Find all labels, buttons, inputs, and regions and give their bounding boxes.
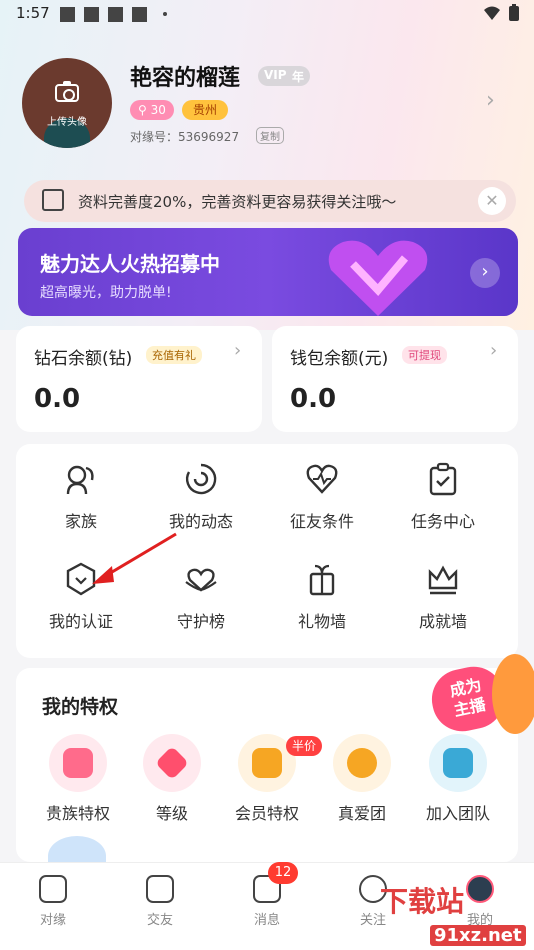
nav-item-friends[interactable]: 交友: [107, 875, 213, 928]
vip-badge[interactable]: VIP 年: [258, 66, 310, 86]
chevron-right-icon[interactable]: ›: [486, 88, 495, 113]
diamond-balance-value: 0.0: [34, 384, 81, 414]
vip-label: VIP: [264, 68, 287, 82]
grid-item-task-center[interactable]: 任务中心: [383, 462, 503, 532]
notification-icon: [108, 7, 123, 22]
withdrawable-tag: 可提现: [402, 346, 447, 364]
watermark-site: 91xz.net: [430, 925, 526, 946]
grid-label: 守护榜: [176, 612, 225, 631]
moments-icon: [185, 463, 217, 495]
user-id: 对缘号：53696927: [130, 130, 240, 144]
privilege-label: 加入团队: [425, 804, 490, 823]
chevron-right-icon: ›: [490, 340, 498, 361]
heart-pulse-icon: [306, 464, 338, 494]
wallet-balance-value: 0.0: [290, 384, 337, 414]
recharge-gift-tag: 充值有礼: [146, 346, 202, 364]
grid-label: 家族: [64, 512, 97, 531]
grid-label: 我的认证: [48, 612, 113, 631]
charm-recruit-banner[interactable]: 魅力达人火热招募中 超高曝光，助力脱单! ›: [18, 228, 518, 316]
grid-item-achievement-wall[interactable]: 成就墙: [383, 562, 503, 632]
privilege-label: 等级: [155, 804, 188, 823]
user-name: 艳容的榴莲: [130, 66, 241, 91]
wallet-balance-label: 钱包余额(元): [290, 349, 389, 369]
video-icon: [146, 875, 174, 903]
family-icon: [66, 465, 94, 495]
privilege-label: 会员特权: [234, 804, 299, 823]
chevron-right-icon: ›: [234, 340, 242, 361]
annotation-arrow: [92, 532, 177, 584]
diamond-balance-label: 钻石余额(钻): [34, 349, 133, 369]
grid-label: 任务中心: [410, 512, 475, 531]
battery-icon: [509, 4, 519, 21]
profile-completion-tip[interactable]: 资料完善度20%，完善资料更容易获得关注哦～ ✕: [24, 180, 516, 222]
camera-icon: [55, 81, 79, 102]
status-bar: 1:57: [0, 0, 534, 28]
nav-item-messages[interactable]: 消息: [214, 875, 320, 928]
banner-title: 魅力达人火热招募中: [40, 252, 220, 276]
privilege-label: 贵族特权: [45, 804, 110, 823]
grid-label: 成就墙: [418, 612, 467, 631]
wifi-icon: [484, 6, 500, 20]
grid-item-moments[interactable]: 我的动态: [141, 462, 261, 532]
grid-label: 征友条件: [289, 512, 354, 531]
avatar-upload[interactable]: 上传头像: [22, 58, 112, 148]
task-clipboard-icon: [429, 462, 457, 496]
team-icon: [429, 734, 487, 792]
notification-icon: [84, 7, 99, 22]
edit-icon: [42, 189, 64, 211]
more-notifications-icon: [163, 12, 167, 16]
diamond-icon: [143, 734, 201, 792]
privilege-label: 真爱团: [337, 804, 386, 823]
nav-item-home[interactable]: 对缘: [0, 875, 106, 928]
grid-item-friend-conditions[interactable]: 征友条件: [262, 462, 382, 532]
close-tip-button[interactable]: ✕: [478, 187, 506, 215]
diamond-balance-card[interactable]: 钻石余额(钻) 充值有礼 › 0.0: [16, 326, 262, 432]
vip-suffix: 年: [292, 70, 305, 84]
noble-icon: [49, 734, 107, 792]
grid-item-family[interactable]: 家族: [21, 462, 141, 532]
avatar-upload-label: 上传头像: [47, 117, 87, 128]
home-icon: [39, 875, 67, 903]
banner-subtitle: 超高曝光，助力脱单!: [40, 285, 172, 301]
level-badge: ⚲ 30: [130, 100, 174, 120]
crown-icon: [428, 565, 458, 595]
privilege-level[interactable]: 等级: [126, 734, 218, 824]
notification-icon: [60, 7, 75, 22]
nav-label: 消息: [253, 913, 280, 928]
notification-icon: [132, 7, 147, 22]
unread-badge: 12: [268, 862, 298, 884]
nav-label: 对缘: [39, 913, 66, 928]
nav-label: 交友: [146, 913, 173, 928]
heart-gem-icon: [328, 240, 428, 316]
guard-heart-icon: [185, 568, 217, 592]
grid-label: 礼物墙: [297, 612, 346, 631]
privileges-title: 我的特权: [42, 696, 119, 718]
banner-arrow-button[interactable]: ›: [470, 258, 500, 288]
privilege-love-group[interactable]: 真爱团: [316, 734, 408, 824]
gift-icon: [309, 564, 335, 596]
wallet-balance-card[interactable]: 钱包余额(元) 可提现 › 0.0: [272, 326, 518, 432]
status-time: 1:57: [16, 4, 50, 22]
grid-label: 我的动态: [168, 512, 233, 531]
love-group-icon: [333, 734, 391, 792]
location-badge: 贵州: [182, 100, 228, 120]
avatar-icon: [466, 875, 494, 903]
grid-item-gift-wall[interactable]: 礼物墙: [262, 562, 382, 632]
privilege-join-team[interactable]: 加入团队: [412, 734, 504, 824]
watermark-text: 下载站: [380, 885, 465, 918]
level-value: 30: [150, 103, 166, 117]
search-icon: ⚲: [138, 103, 147, 117]
privilege-noble[interactable]: 贵族特权: [32, 734, 124, 824]
copy-button[interactable]: 复制: [256, 127, 284, 144]
mascot-icon: [492, 654, 534, 734]
tip-text: 资料完善度20%，完善资料更容易获得关注哦～: [78, 193, 397, 211]
